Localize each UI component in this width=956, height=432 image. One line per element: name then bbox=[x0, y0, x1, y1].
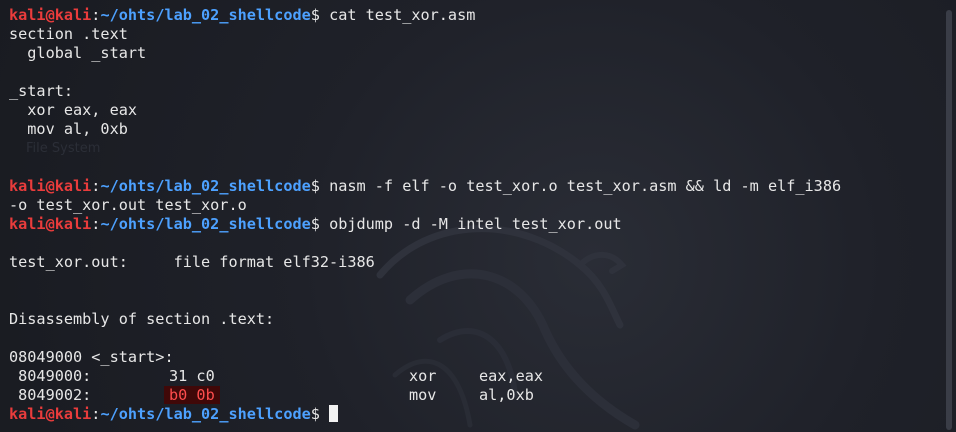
asm-line: xor eax, eax bbox=[9, 101, 138, 119]
disasm-mnemonic: mov bbox=[409, 386, 437, 404]
command-wrap-line: -o test_xor.out test_xor.o bbox=[9, 196, 247, 214]
disassembly-header: Disassembly of section .text: bbox=[9, 310, 275, 328]
text-cursor[interactable] bbox=[329, 405, 339, 422]
asm-line: mov al, 0xb bbox=[9, 120, 128, 138]
disasm-row: 8049002: b0 0b mov al,0xb bbox=[9, 386, 940, 405]
prompt-line-current[interactable]: kali@kali:~/ohts/lab_02_shellcode$ bbox=[9, 405, 940, 424]
disasm-operands: eax,eax bbox=[479, 367, 544, 385]
command-text: nasm -f elf -o test_xor.o test_xor.asm &… bbox=[329, 177, 842, 195]
prompt-dollar: $ bbox=[310, 405, 330, 423]
prompt-dollar: $ bbox=[310, 6, 330, 24]
disasm-bytes-highlighted: b0 0b bbox=[164, 386, 220, 404]
prompt-dollar: $ bbox=[310, 177, 330, 195]
prompt-user: kali@kali bbox=[9, 405, 92, 423]
prompt-user: kali@kali bbox=[9, 6, 92, 24]
prompt-dollar: $ bbox=[310, 215, 330, 233]
terminal-output: kali@kali:~/ohts/lab_02_shellcode$ cat t… bbox=[9, 6, 940, 424]
disasm-address: 8049002: bbox=[9, 386, 92, 404]
symbol-line: 08049000 <_start>: bbox=[9, 348, 174, 366]
disasm-operands: al,0xb bbox=[479, 386, 534, 404]
vertical-scrollbar[interactable] bbox=[946, 10, 952, 430]
disasm-mnemonic: xor bbox=[409, 367, 437, 385]
prompt-user: kali@kali bbox=[9, 177, 92, 195]
prompt-line-objdump: kali@kali:~/ohts/lab_02_shellcode$ objdu… bbox=[9, 215, 940, 234]
prompt-path: ~/ohts/lab_02_shellcode bbox=[100, 405, 311, 423]
disasm-bytes: 31 c0 bbox=[169, 367, 215, 385]
prompt-path: ~/ohts/lab_02_shellcode bbox=[100, 177, 311, 195]
prompt-path: ~/ohts/lab_02_shellcode bbox=[100, 215, 311, 233]
command-text: objdump -d -M intel test_xor.out bbox=[329, 215, 622, 233]
asm-line: _start: bbox=[9, 82, 74, 100]
objdump-file-format: test_xor.out: file format elf32-i386 bbox=[9, 253, 375, 271]
prompt-user: kali@kali bbox=[9, 215, 92, 233]
prompt-line-cat: kali@kali:~/ohts/lab_02_shellcode$ cat t… bbox=[9, 6, 940, 25]
asm-line: section .text bbox=[9, 25, 128, 43]
prompt-path: ~/ohts/lab_02_shellcode bbox=[100, 6, 311, 24]
command-text: cat test_xor.asm bbox=[329, 6, 476, 24]
prompt-line-nasm: kali@kali:~/ohts/lab_02_shellcode$ nasm … bbox=[9, 177, 940, 196]
asm-line: global _start bbox=[9, 44, 147, 62]
asm-line bbox=[9, 63, 940, 82]
terminal-window[interactable]: File System kali@kali:~/ohts/lab_02_shel… bbox=[0, 0, 956, 432]
disasm-row: 8049000: 31 c0 xor eax,eax bbox=[9, 367, 940, 386]
disasm-address: 8049000: bbox=[9, 367, 92, 385]
